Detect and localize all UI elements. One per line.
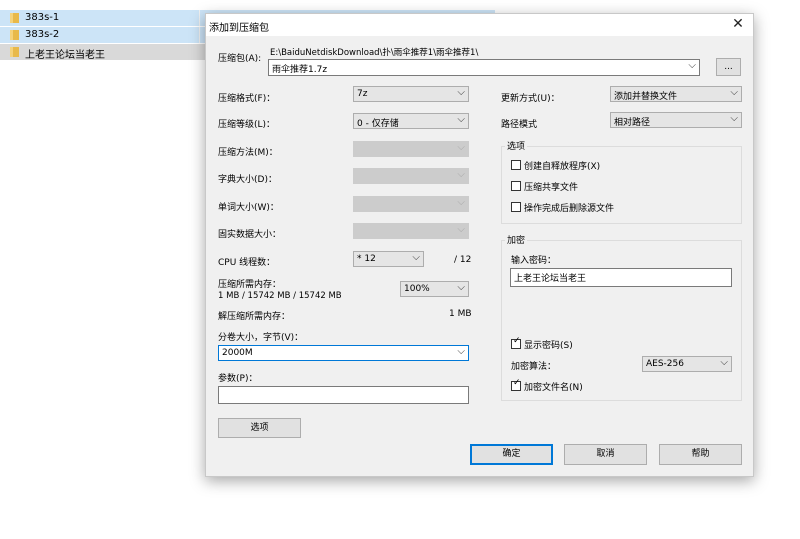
mem-percent-select[interactable]: 100% ⌵ xyxy=(400,281,469,297)
split-size-combo[interactable]: 2000M ⌵ xyxy=(218,345,469,361)
chevron-down-icon: ⌵ xyxy=(457,224,465,235)
cancel-label: 取消 xyxy=(596,449,615,459)
mem-comp-label: 压缩所需内存： xyxy=(218,280,282,290)
show-password-checkbox[interactable]: ✓ xyxy=(511,336,521,349)
params-label: 参数(P)： xyxy=(218,374,258,384)
folder-icon xyxy=(10,47,19,57)
enc-method-select[interactable]: AES-256 ⌵ xyxy=(642,356,732,372)
level-select[interactable]: 0 - 仅存储 ⌵ xyxy=(353,113,469,129)
enc-method-label: 加密算法： xyxy=(511,362,557,372)
chevron-down-icon[interactable]: ⌵ xyxy=(730,87,738,98)
options-button-label: 选项 xyxy=(250,423,269,433)
format-value: 7z xyxy=(357,89,368,99)
mem-decomp-value: 1 MB xyxy=(449,309,472,319)
level-label: 压缩等级(L)： xyxy=(218,120,276,130)
mem-decomp-label: 解压缩所需内存： xyxy=(218,312,291,322)
chevron-down-icon: ⌵ xyxy=(457,169,465,180)
cpu-label: CPU 线程数： xyxy=(218,258,276,268)
dict-select[interactable]: ⌵ xyxy=(353,168,469,184)
file-name: 383s-1 xyxy=(25,12,60,23)
mem-comp-value: 1 MB / 15742 MB / 15742 MB xyxy=(218,291,342,301)
word-select[interactable]: ⌵ xyxy=(353,196,469,212)
enc-method-value: AES-256 xyxy=(646,359,684,369)
archive-name-value: 雨伞推荐1.7z xyxy=(272,65,328,75)
file-name: 上老王论坛当老王 xyxy=(25,50,105,61)
encrypt-names-label: 加密文件名(N) xyxy=(524,383,583,393)
chevron-down-icon[interactable]: ⌵ xyxy=(730,113,738,124)
path-mode-value: 相对路径 xyxy=(614,118,651,128)
mem-percent-value: 100% xyxy=(404,284,430,294)
ok-label: 确定 xyxy=(502,449,521,459)
chevron-down-icon[interactable]: ⌵ xyxy=(720,357,728,368)
encrypt-names-checkbox[interactable]: ✓ xyxy=(511,378,521,391)
cpu-max: / 12 xyxy=(454,255,472,265)
chevron-down-icon: ⌵ xyxy=(457,142,465,153)
browse-label: ... xyxy=(724,62,733,72)
options-group-title: 选项 xyxy=(505,139,528,152)
cpu-threads-select[interactable]: * 12 ⌵ xyxy=(353,251,424,267)
chevron-down-icon: ⌵ xyxy=(457,197,465,208)
checkmark-icon: ✓ xyxy=(513,378,521,388)
encryption-group-title: 加密 xyxy=(505,233,528,246)
password-value: 上老王论坛当老王 xyxy=(514,274,587,284)
options-button[interactable]: 选项 xyxy=(218,418,301,438)
dialog-title: 添加到压缩包 xyxy=(209,23,269,34)
update-mode-select[interactable]: 添加并替换文件 ⌵ xyxy=(610,86,742,102)
solid-label: 固实数据大小： xyxy=(218,230,282,240)
ok-button[interactable]: 确定 xyxy=(470,444,553,465)
delete-after-checkbox[interactable] xyxy=(511,202,521,212)
level-value: 0 - 仅存储 xyxy=(357,119,399,129)
sfx-checkbox[interactable] xyxy=(511,160,521,170)
delete-after-label: 操作完成后删除源文件 xyxy=(524,204,615,214)
show-password-label: 显示密码(S) xyxy=(524,341,573,351)
cancel-button[interactable]: 取消 xyxy=(564,444,647,465)
cpu-threads-value: * 12 xyxy=(357,254,376,264)
split-size-value: 2000M xyxy=(222,348,253,358)
chevron-down-icon[interactable]: ⌵ xyxy=(412,252,420,263)
method-label: 压缩方法(M)： xyxy=(218,148,278,158)
title-bar[interactable]: 添加到压缩包 ✕ xyxy=(206,14,753,36)
chevron-down-icon[interactable]: ⌵ xyxy=(457,282,465,293)
word-label: 单词大小(W)： xyxy=(218,203,279,213)
help-button[interactable]: 帮助 xyxy=(659,444,742,465)
column-divider xyxy=(199,10,200,26)
close-icon[interactable]: ✕ xyxy=(731,16,745,32)
browse-button[interactable]: ... xyxy=(716,58,741,76)
params-input[interactable] xyxy=(218,386,469,404)
folder-icon xyxy=(10,30,19,40)
archive-path: E:\BaiduNetdiskDownload\扑\雨伞推荐1\雨伞推荐1\ xyxy=(270,48,479,58)
archive-name-combo[interactable]: 雨伞推荐1.7z ⌵ xyxy=(268,59,700,76)
dict-label: 字典大小(D)： xyxy=(218,175,277,185)
shared-files-label: 压缩共享文件 xyxy=(524,183,579,193)
chevron-down-icon[interactable]: ⌵ xyxy=(457,346,465,357)
sfx-label: 创建自释放程序(X) xyxy=(524,162,601,172)
chevron-down-icon[interactable]: ⌵ xyxy=(688,60,696,71)
password-input[interactable]: 上老王论坛当老王 xyxy=(510,268,732,287)
help-label: 帮助 xyxy=(691,449,710,459)
column-divider xyxy=(199,27,200,43)
format-label: 压缩格式(F)： xyxy=(218,94,276,104)
checkmark-icon: ✓ xyxy=(513,336,521,346)
solid-select[interactable]: ⌵ xyxy=(353,223,469,239)
chevron-down-icon[interactable]: ⌵ xyxy=(457,87,465,98)
path-mode-label: 路径模式 xyxy=(501,120,538,130)
archive-label: 压缩包(A): xyxy=(218,54,262,64)
shared-files-checkbox[interactable] xyxy=(511,181,521,191)
path-mode-select[interactable]: 相对路径 ⌵ xyxy=(610,112,742,128)
update-label: 更新方式(U)： xyxy=(501,94,560,104)
split-label: 分卷大小，字节(V)： xyxy=(218,333,304,343)
chevron-down-icon[interactable]: ⌵ xyxy=(457,114,465,125)
update-mode-value: 添加并替换文件 xyxy=(614,92,678,102)
format-select[interactable]: 7z ⌵ xyxy=(353,86,469,102)
method-select[interactable]: ⌵ xyxy=(353,141,469,157)
file-name: 383s-2 xyxy=(25,29,60,40)
folder-icon xyxy=(10,13,19,23)
add-to-archive-dialog: 添加到压缩包 ✕ 压缩包(A): E:\BaiduNetdiskDownload… xyxy=(205,13,754,477)
password-label: 输入密码： xyxy=(511,256,557,266)
